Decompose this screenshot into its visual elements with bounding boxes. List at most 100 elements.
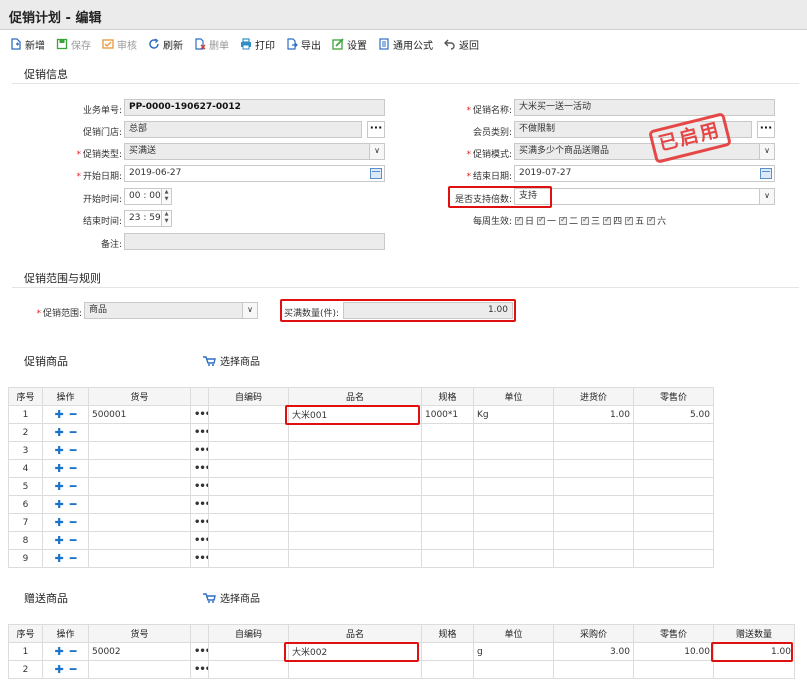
item-name-cell[interactable] bbox=[288, 549, 422, 568]
item-code-cell[interactable] bbox=[88, 495, 191, 514]
add-row-icon[interactable]: ✚ bbox=[55, 552, 64, 565]
item-code-cell[interactable]: 50002 bbox=[88, 642, 191, 661]
weekday-checkbox[interactable]: 五 bbox=[625, 214, 644, 227]
item-picker-button[interactable]: ••• bbox=[190, 477, 209, 496]
item-picker-button[interactable]: ••• bbox=[190, 660, 209, 679]
add-row-icon[interactable]: ✚ bbox=[55, 645, 64, 658]
remove-row-icon[interactable]: ━ bbox=[70, 552, 77, 565]
item-picker-button[interactable]: ••• bbox=[190, 642, 209, 661]
spinner-icon[interactable]: ▲ ▼ bbox=[161, 211, 171, 226]
scope-select[interactable]: 商品 ∨ bbox=[84, 302, 258, 319]
self-code-cell[interactable] bbox=[208, 513, 289, 532]
item-picker-button[interactable]: ••• bbox=[190, 549, 209, 568]
type-select[interactable]: 买满送 ∨ bbox=[124, 143, 385, 160]
item-name-cell[interactable] bbox=[288, 660, 422, 679]
item-name-cell[interactable] bbox=[288, 423, 422, 442]
add-row-icon[interactable]: ✚ bbox=[55, 534, 64, 547]
item-code-cell[interactable] bbox=[88, 660, 191, 679]
item-name-cell[interactable] bbox=[288, 441, 422, 460]
remove-row-icon[interactable]: ━ bbox=[70, 663, 77, 676]
member-picker-button[interactable]: ··· bbox=[757, 121, 775, 138]
item-code-cell[interactable] bbox=[88, 441, 191, 460]
end-date-input[interactable]: 2019-07-27 bbox=[514, 165, 775, 182]
item-code-cell[interactable] bbox=[88, 423, 191, 442]
weekday-checkbox[interactable]: 三 bbox=[581, 214, 600, 227]
store-picker-button[interactable]: ··· bbox=[367, 121, 385, 138]
self-code-cell[interactable] bbox=[208, 477, 289, 496]
remove-row-icon[interactable]: ━ bbox=[70, 462, 77, 475]
spinner-icon[interactable]: ▲ ▼ bbox=[161, 189, 171, 204]
item-code-cell[interactable] bbox=[88, 531, 191, 550]
item-picker-button[interactable]: ••• bbox=[190, 459, 209, 478]
start-date-input[interactable]: 2019-06-27 bbox=[124, 165, 385, 182]
remove-row-icon[interactable]: ━ bbox=[70, 480, 77, 493]
select-gift-goods-button[interactable]: 选择商品 bbox=[203, 590, 260, 605]
add-row-icon[interactable]: ✚ bbox=[55, 408, 64, 421]
self-code-cell[interactable] bbox=[208, 423, 289, 442]
add-row-icon[interactable]: ✚ bbox=[55, 444, 64, 457]
item-code-cell[interactable] bbox=[88, 459, 191, 478]
toolbar-button-export[interactable]: 导出 bbox=[286, 37, 321, 52]
item-code-cell[interactable] bbox=[88, 549, 191, 568]
remove-row-icon[interactable]: ━ bbox=[70, 645, 77, 658]
toolbar-button-refresh[interactable]: 刷新 bbox=[148, 37, 183, 52]
add-row-icon[interactable]: ✚ bbox=[55, 498, 64, 511]
toolbar-button-new-doc[interactable]: 新增 bbox=[10, 37, 45, 52]
item-picker-button[interactable]: ••• bbox=[190, 513, 209, 532]
remove-row-icon[interactable]: ━ bbox=[70, 534, 77, 547]
self-code-cell[interactable] bbox=[208, 441, 289, 460]
weekday-checkbox[interactable]: 二 bbox=[559, 214, 578, 227]
item-picker-button[interactable]: ••• bbox=[190, 495, 209, 514]
add-row-icon[interactable]: ✚ bbox=[55, 462, 64, 475]
item-picker-button[interactable]: ••• bbox=[190, 405, 209, 424]
add-row-icon[interactable]: ✚ bbox=[55, 480, 64, 493]
toolbar-button-settings[interactable]: 设置 bbox=[332, 37, 367, 52]
item-picker-button[interactable]: ••• bbox=[190, 531, 209, 550]
store-field[interactable]: 总部 bbox=[124, 121, 362, 138]
toolbar-button-print[interactable]: 打印 bbox=[240, 37, 275, 52]
start-time-input[interactable]: 00 : 00 ▲ ▼ bbox=[124, 188, 172, 205]
item-code-cell[interactable]: 500001 bbox=[88, 405, 191, 424]
remove-row-icon[interactable]: ━ bbox=[70, 516, 77, 529]
self-code-cell[interactable] bbox=[208, 660, 289, 679]
self-code-cell[interactable] bbox=[208, 549, 289, 568]
add-row-icon[interactable]: ✚ bbox=[55, 426, 64, 439]
add-row-icon[interactable]: ✚ bbox=[55, 663, 64, 676]
toolbar-button-save[interactable]: 保存 bbox=[56, 37, 91, 52]
gift-qty-cell[interactable] bbox=[713, 660, 795, 679]
self-code-cell[interactable] bbox=[208, 459, 289, 478]
name-field[interactable]: 大米买一送一活动 bbox=[514, 99, 775, 116]
weekday-checkbox[interactable]: 日 bbox=[515, 214, 534, 227]
weekday-checkbox[interactable]: 四 bbox=[603, 214, 622, 227]
mode-select[interactable]: 买满多少个商品送赠品 ∨ bbox=[514, 143, 775, 160]
self-code-cell[interactable] bbox=[208, 642, 289, 661]
item-code-cell[interactable] bbox=[88, 513, 191, 532]
item-picker-button[interactable]: ••• bbox=[190, 441, 209, 460]
toolbar-button-review[interactable]: 审核 bbox=[102, 37, 137, 52]
self-code-cell[interactable] bbox=[208, 531, 289, 550]
item-name-cell[interactable] bbox=[288, 459, 422, 478]
calendar-icon[interactable] bbox=[370, 168, 382, 179]
weekday-checkbox[interactable]: 一 bbox=[537, 214, 556, 227]
item-picker-button[interactable]: ••• bbox=[190, 423, 209, 442]
end-time-input[interactable]: 23 : 59 ▲ ▼ bbox=[124, 210, 172, 227]
weekday-checkbox[interactable]: 六 bbox=[647, 214, 666, 227]
remove-row-icon[interactable]: ━ bbox=[70, 444, 77, 457]
add-row-icon[interactable]: ✚ bbox=[55, 516, 64, 529]
self-code-cell[interactable] bbox=[208, 405, 289, 424]
remove-row-icon[interactable]: ━ bbox=[70, 498, 77, 511]
item-name-cell[interactable] bbox=[288, 477, 422, 496]
calendar-icon[interactable] bbox=[760, 168, 772, 179]
item-code-cell[interactable] bbox=[88, 477, 191, 496]
select-goods-button[interactable]: 选择商品 bbox=[203, 353, 260, 368]
self-code-cell[interactable] bbox=[208, 495, 289, 514]
remove-row-icon[interactable]: ━ bbox=[70, 426, 77, 439]
item-name-cell[interactable] bbox=[288, 531, 422, 550]
multiple-select[interactable]: 支持 ∨ bbox=[514, 188, 775, 205]
toolbar-button-back[interactable]: 返回 bbox=[444, 37, 479, 52]
item-name-cell[interactable] bbox=[288, 513, 422, 532]
toolbar-button-formula[interactable]: 通用公式 bbox=[378, 37, 433, 52]
item-name-cell[interactable] bbox=[288, 495, 422, 514]
remove-row-icon[interactable]: ━ bbox=[70, 408, 77, 421]
remark-field[interactable] bbox=[124, 233, 385, 250]
